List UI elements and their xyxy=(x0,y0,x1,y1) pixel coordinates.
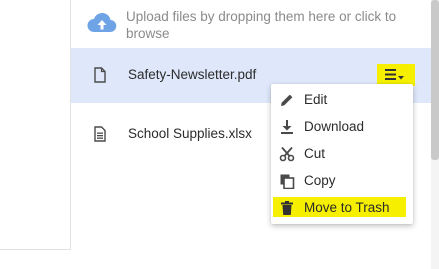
scrollbar-thumb[interactable] xyxy=(431,0,439,160)
trash-icon xyxy=(279,200,295,216)
copy-icon xyxy=(279,173,295,190)
cloud-upload-icon xyxy=(87,11,117,33)
menu-item-label: Copy xyxy=(304,173,336,188)
menu-item-label: Download xyxy=(304,119,365,134)
download-icon xyxy=(279,119,295,135)
upload-instructions: Upload files by dropping them here or cl… xyxy=(126,9,397,41)
spreadsheet-icon xyxy=(93,126,107,142)
upload-dropzone[interactable]: Upload files by dropping them here or cl… xyxy=(71,0,431,47)
menu-item-label: Edit xyxy=(304,92,328,107)
menu-item-edit[interactable]: Edit xyxy=(271,86,413,113)
scissors-icon xyxy=(279,146,295,162)
menu-item-label: Move to Trash xyxy=(304,200,390,215)
file-icon xyxy=(93,67,107,83)
menu-item-cut[interactable]: Cut xyxy=(271,140,413,167)
scrollbar[interactable] xyxy=(431,0,439,269)
row-menu-button[interactable] xyxy=(377,64,415,86)
file-name[interactable]: School Supplies.xlsx xyxy=(128,126,252,141)
file-manager-pane: Upload files by dropping them here or cl… xyxy=(0,0,439,269)
pencil-icon xyxy=(279,92,295,108)
menu-item-copy[interactable]: Copy xyxy=(271,167,413,194)
divider xyxy=(0,249,71,250)
menu-item-move-to-trash[interactable]: Move to Trash xyxy=(271,194,413,221)
menu-dropdown-icon xyxy=(385,69,404,80)
context-menu: Edit Download Cut Copy Move to Trash xyxy=(271,84,413,224)
menu-item-label: Cut xyxy=(304,146,326,161)
file-name[interactable]: Safety-Newsletter.pdf xyxy=(128,67,256,82)
left-panel xyxy=(0,0,71,249)
menu-item-download[interactable]: Download xyxy=(271,113,413,140)
